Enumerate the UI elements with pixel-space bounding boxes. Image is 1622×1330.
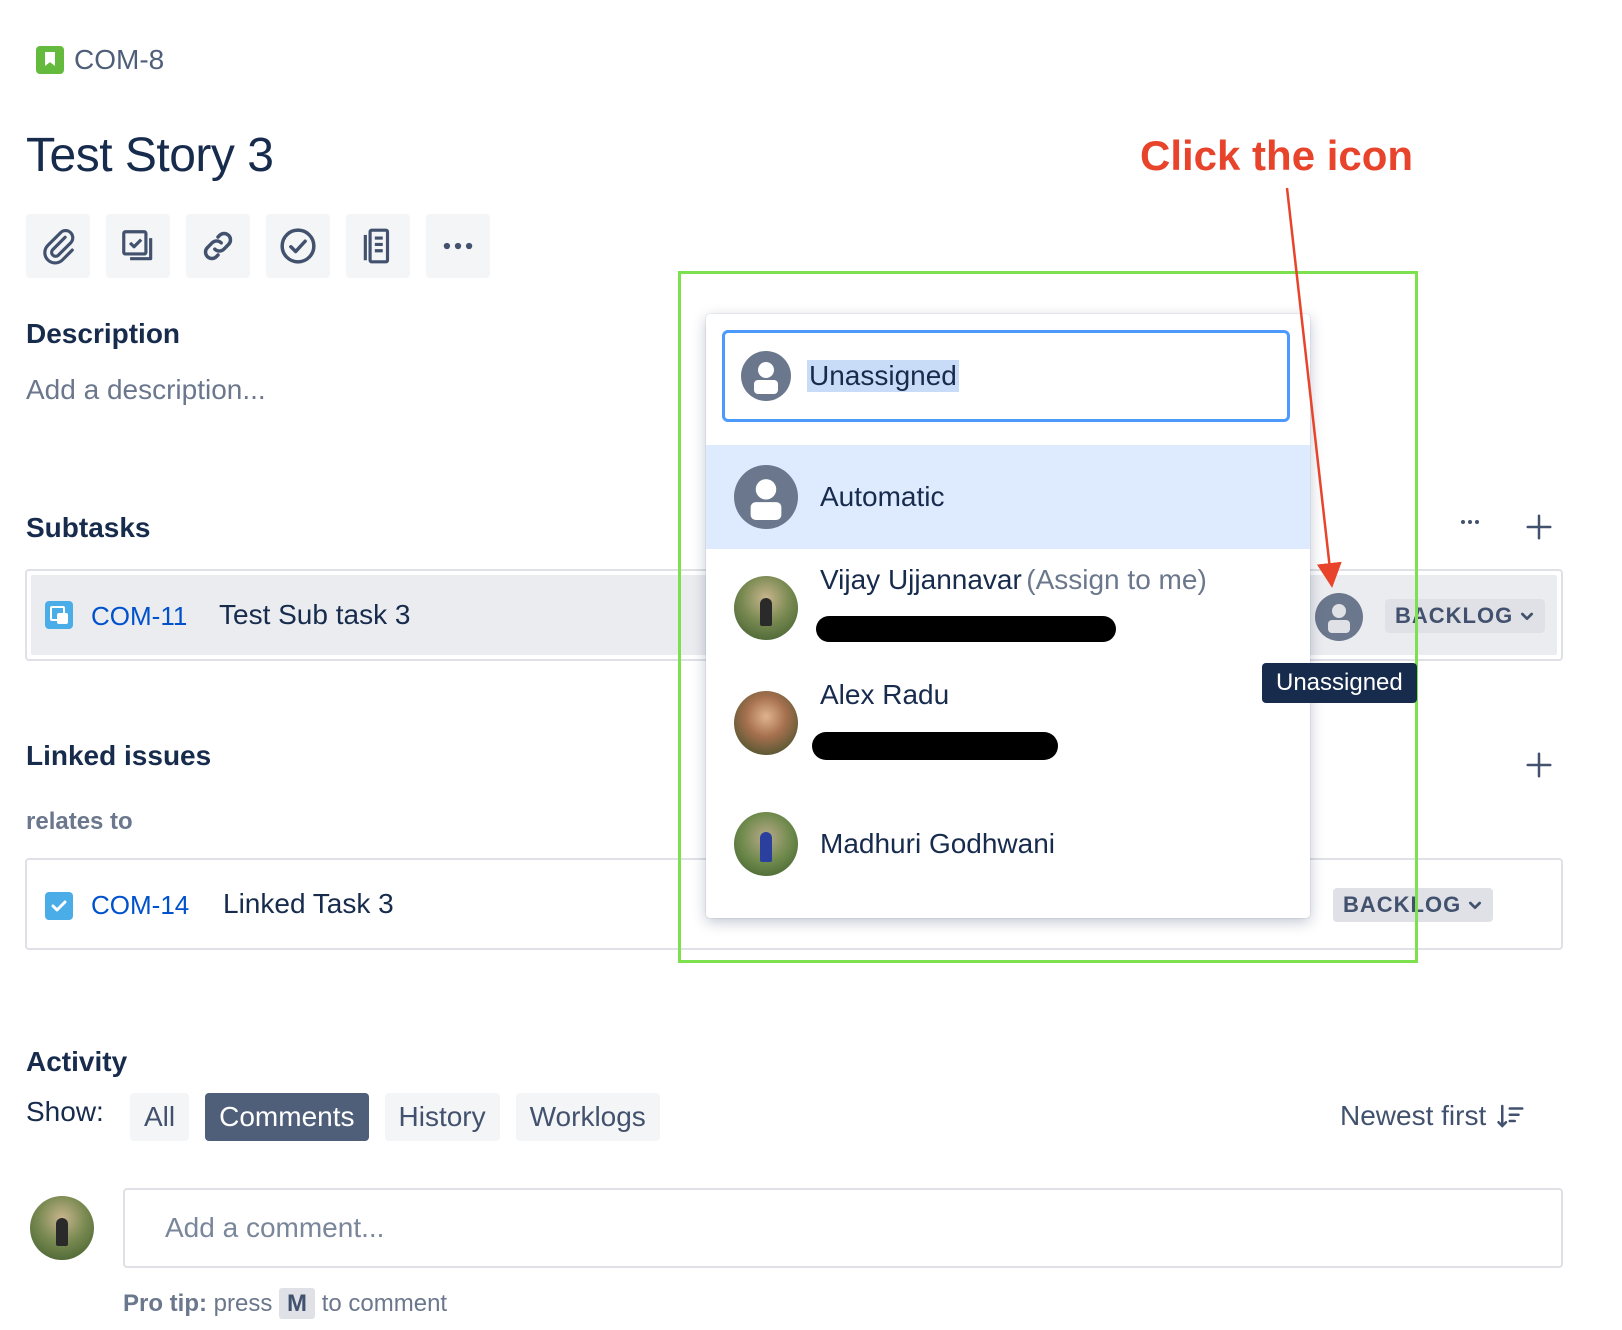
option-automatic[interactable]: Automatic: [706, 445, 1310, 549]
subtask-icon: [122, 230, 153, 261]
filter-history-button[interactable]: History: [384, 1093, 500, 1141]
filter-worklogs-button[interactable]: Worklogs: [515, 1093, 660, 1141]
add-subtask-plus-button[interactable]: [1524, 512, 1554, 547]
option-name: Automatic: [820, 481, 945, 512]
subtask-key[interactable]: COM-11: [91, 601, 187, 632]
description-field[interactable]: Add a description...: [26, 374, 266, 406]
sort-order-button[interactable]: Newest first: [1340, 1100, 1526, 1132]
story-icon: [36, 46, 64, 74]
issue-title[interactable]: Test Story 3: [26, 128, 274, 183]
add-subtask-button[interactable]: [106, 214, 170, 278]
option-user[interactable]: Madhuri Godhwani: [706, 794, 1310, 894]
redacted-email: [812, 732, 1058, 760]
redacted-email: [816, 616, 1116, 642]
shortcut-key: M: [279, 1288, 316, 1319]
assignee-tooltip: Unassigned: [1262, 663, 1417, 703]
user-avatar-icon: [734, 465, 798, 529]
sort-icon: [1497, 1104, 1524, 1128]
document-button[interactable]: [346, 214, 410, 278]
comment-input[interactable]: Add a comment...: [123, 1188, 1563, 1268]
avatar: [734, 576, 798, 640]
more-actions-button[interactable]: [426, 214, 490, 278]
assign-to-me-label: (Assign to me): [1026, 564, 1207, 595]
subtasks-heading: Subtasks: [26, 512, 151, 543]
issue-toolbar: [26, 214, 490, 278]
attach-button[interactable]: [26, 214, 90, 278]
breadcrumb-issue-key[interactable]: COM-8: [74, 44, 164, 76]
link-icon: [203, 231, 233, 261]
assignee-dropdown[interactable]: Unassigned Automatic Vijay Ujjannavar (A…: [706, 314, 1310, 918]
description-heading: Description: [26, 318, 181, 349]
activity-filters: All Comments History Worklogs: [130, 1093, 660, 1141]
task-type-icon: [45, 892, 73, 920]
more-icon: [1461, 520, 1479, 524]
option-name: Alex Radu: [820, 679, 950, 710]
filter-comments-button[interactable]: Comments: [205, 1093, 369, 1141]
linked-issues-heading: Linked issues: [26, 740, 212, 771]
plus-icon: [1526, 752, 1552, 778]
checklist-icon: [280, 228, 316, 264]
pro-tip: Pro tip: press M to comment: [123, 1288, 448, 1319]
subtasks-more-button[interactable]: [1454, 508, 1486, 542]
subtask-title[interactable]: Test Sub task 3: [219, 599, 410, 631]
pro-tip-label: Pro tip:: [123, 1290, 207, 1317]
annotation-label: Click the icon: [1140, 132, 1414, 179]
linked-issue-key[interactable]: COM-14: [91, 890, 189, 921]
add-linked-issue-button[interactable]: [1524, 750, 1554, 785]
chevron-down-icon: [1521, 612, 1534, 620]
subtask-type-icon: [45, 601, 73, 629]
avatar: [734, 812, 798, 876]
option-user[interactable]: Alex Radu: [706, 679, 1310, 779]
sort-label: Newest first: [1340, 1100, 1487, 1131]
assignee-input-value[interactable]: Unassigned: [807, 360, 959, 392]
avatar: [734, 691, 798, 755]
linked-issue-title[interactable]: Linked Task 3: [223, 888, 394, 920]
option-name: Madhuri Godhwani: [820, 828, 1056, 859]
document-icon: [363, 228, 390, 264]
more-icon: [443, 242, 473, 250]
filter-all-button[interactable]: All: [130, 1093, 190, 1141]
checkbox-icon: [51, 900, 67, 912]
option-user[interactable]: Vijay Ujjannavar (Assign to me): [706, 564, 1310, 664]
current-user-avatar: [30, 1196, 94, 1260]
activity-heading: Activity: [26, 1046, 128, 1077]
plus-icon: [1526, 514, 1552, 540]
option-name: Vijay Ujjannavar: [820, 564, 1022, 595]
pro-tip-suffix: to comment: [321, 1290, 448, 1317]
user-avatar-icon: [741, 351, 791, 401]
checklist-button[interactable]: [266, 214, 330, 278]
link-relation-label: relates to: [26, 808, 133, 835]
breadcrumb[interactable]: COM-8: [36, 44, 164, 76]
assignee-search-input[interactable]: Unassigned: [722, 330, 1290, 422]
pro-tip-press: press: [213, 1290, 273, 1317]
show-label: Show:: [26, 1096, 104, 1127]
attachment-icon: [43, 229, 75, 265]
chevron-down-icon: [1469, 901, 1482, 909]
link-issue-button[interactable]: [186, 214, 250, 278]
